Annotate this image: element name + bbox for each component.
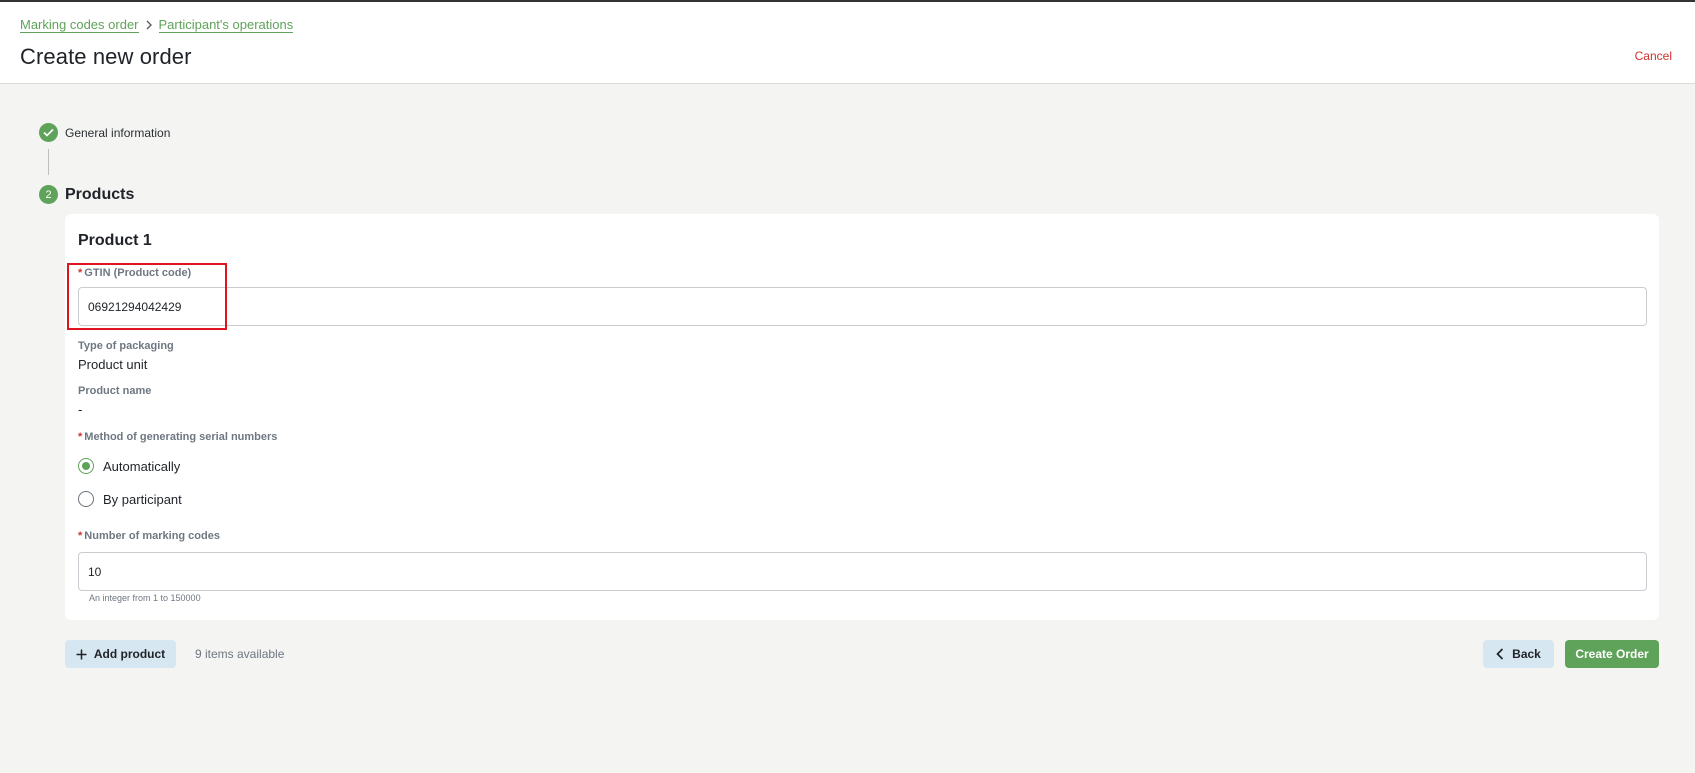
step-label: Products [65, 185, 135, 203]
product-name-value: - [78, 402, 83, 417]
gtin-input[interactable] [78, 287, 1647, 326]
marking-codes-label: * Number of marking codes [78, 530, 220, 542]
step-products: 2 Products [39, 185, 134, 204]
packaging-value: Product unit [78, 357, 148, 372]
gtin-label: * GTIN (Product code) [78, 267, 192, 279]
step-general-information[interactable]: General information [39, 123, 170, 142]
page-title: Create new order [20, 44, 192, 69]
chevron-left-icon [1496, 648, 1504, 660]
breadcrumb: Marking codes order Participant's operat… [20, 17, 294, 33]
radio-button[interactable] [78, 491, 94, 507]
step-number: 2 [39, 185, 58, 204]
radio-button[interactable] [78, 458, 94, 474]
create-order-button[interactable]: Create Order [1565, 640, 1659, 668]
radio-automatically[interactable]: Automatically [78, 458, 180, 474]
radio-label: By participant [103, 491, 182, 507]
breadcrumb-link-participants-operations[interactable]: Participant's operations [158, 17, 294, 33]
plus-icon [76, 649, 87, 660]
required-marker: * [78, 431, 83, 443]
packaging-label: Type of packaging [78, 340, 174, 352]
check-icon [39, 123, 58, 142]
required-marker: * [78, 267, 83, 279]
cancel-button[interactable]: Cancel [1635, 49, 1672, 63]
back-label: Back [1512, 647, 1541, 661]
step-connector [48, 149, 49, 175]
radio-label: Automatically [103, 458, 181, 474]
required-marker: * [78, 530, 83, 542]
back-button[interactable]: Back [1483, 640, 1554, 668]
breadcrumb-link-marking-codes-order[interactable]: Marking codes order [20, 17, 139, 33]
radio-by-participant[interactable]: By participant [78, 491, 182, 507]
serial-method-label: * Method of generating serial numbers [78, 431, 278, 443]
page-header: Marking codes order Participant's operat… [0, 2, 1695, 84]
items-available-text: 9 items available [195, 647, 285, 661]
marking-codes-input[interactable] [78, 552, 1647, 591]
product-title: Product 1 [78, 232, 152, 249]
radio-selected-dot [82, 462, 90, 470]
product-card: Product 1 *GTIN (Product code) Type of p… [65, 214, 1659, 620]
add-product-label: Add product [93, 647, 166, 661]
add-product-button[interactable]: Add product [65, 640, 176, 668]
chevron-right-icon [145, 20, 153, 30]
step-label: General information [65, 125, 171, 140]
marking-codes-hint: An integer from 1 to 150000 [89, 593, 201, 603]
product-name-label: Product name [78, 385, 152, 397]
